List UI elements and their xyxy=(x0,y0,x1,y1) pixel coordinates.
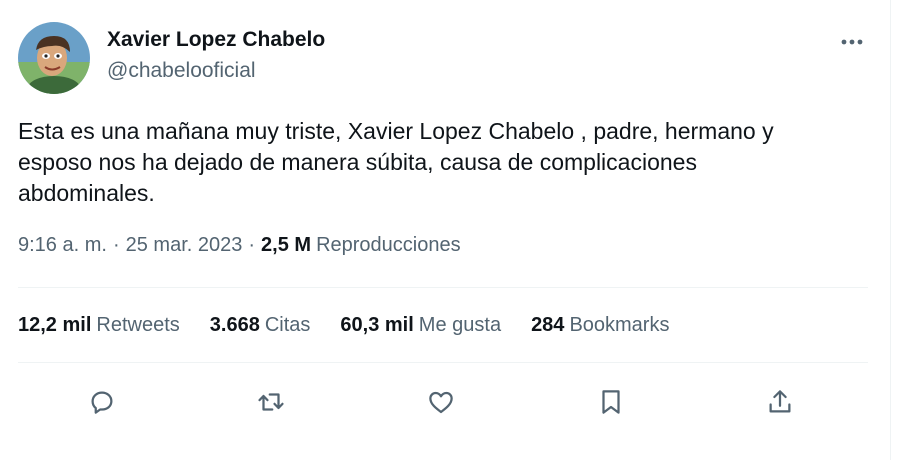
timeline-border xyxy=(890,0,891,460)
meta-separator: · xyxy=(248,234,256,256)
divider xyxy=(18,362,868,363)
more-horizontal-icon xyxy=(841,39,863,45)
divider xyxy=(18,287,868,288)
engagement-stats: 12,2 mil Retweets 3.668 Citas 60,3 mil Me g… xyxy=(18,314,699,337)
quotes-label: Citas xyxy=(264,314,311,336)
quotes-stat[interactable]: 3.668 Citas xyxy=(210,314,311,337)
tweet-text: Esta es una mañana muy triste, Xavier Lo… xyxy=(18,118,774,206)
avatar[interactable] xyxy=(18,22,90,94)
likes-stat[interactable]: 60,3 mil Me gusta xyxy=(340,314,501,337)
views-label: Reproducciones xyxy=(316,234,461,256)
retweet-icon xyxy=(258,393,284,411)
likes-label: Me gusta xyxy=(418,314,502,336)
tweet-date[interactable]: 25 mar. 2023 xyxy=(126,234,243,257)
like-button[interactable] xyxy=(423,384,459,420)
views-count: 2,5 M xyxy=(261,234,312,256)
avatar-photo-icon xyxy=(18,22,90,94)
more-options-button[interactable] xyxy=(834,28,870,56)
retweets-label: Retweets xyxy=(96,314,180,336)
tweet-meta: 9:16 a. m. · 25 mar. 2023 · 2,5 M Reprod… xyxy=(18,234,461,257)
retweets-stat[interactable]: 12,2 mil Retweets xyxy=(18,314,180,337)
bookmarks-label: Bookmarks xyxy=(569,314,670,336)
quotes-count: 3.668 xyxy=(209,314,260,336)
reply-icon xyxy=(91,391,113,414)
author-name[interactable]: Xavier Lopez Chabelo xyxy=(107,28,325,52)
bookmarks-count: 284 xyxy=(531,314,565,336)
likes-count: 60,3 mil xyxy=(340,314,414,336)
meta-separator: · xyxy=(112,234,120,256)
like-icon xyxy=(429,391,453,414)
bookmark-icon xyxy=(602,390,620,414)
bookmark-button[interactable] xyxy=(593,384,629,420)
share-icon xyxy=(769,390,791,413)
reply-button[interactable] xyxy=(84,384,120,420)
retweets-count: 12,2 mil xyxy=(18,314,92,336)
share-button[interactable] xyxy=(762,384,798,420)
retweet-button[interactable] xyxy=(253,384,289,420)
tweet-time[interactable]: 9:16 a. m. xyxy=(18,234,107,257)
author-handle[interactable]: @chabelooficial xyxy=(107,59,256,83)
bookmarks-stat[interactable]: 284 Bookmarks xyxy=(531,314,669,337)
